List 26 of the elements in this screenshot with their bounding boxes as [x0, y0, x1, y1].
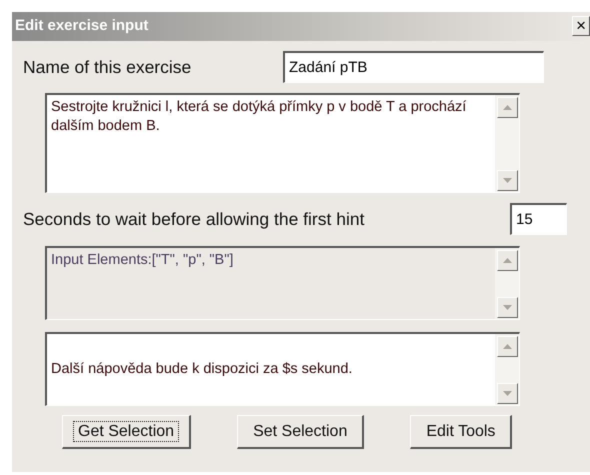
scrollbar[interactable] — [495, 248, 519, 319]
name-input[interactable]: Zadání pTB — [283, 51, 544, 83]
scroll-down-button[interactable] — [497, 297, 518, 318]
field-label: Seconds to wait before allowing the first hint — [23, 208, 364, 231]
field-label: Name of this exercise — [23, 56, 192, 79]
scroll-down-button[interactable] — [497, 170, 518, 191]
window-title: Edit exercise input — [15, 16, 148, 36]
down-arrow-icon — [503, 391, 512, 396]
down-arrow-icon — [503, 305, 512, 310]
scroll-up-button[interactable] — [497, 97, 518, 118]
scroll-up-button[interactable] — [497, 336, 518, 357]
close-button[interactable]: × — [572, 16, 590, 36]
up-arrow-icon — [503, 105, 512, 110]
text-area[interactable]: Sestrojte kružnici l, která se dotýká přímky p v bodě T a prochází dalším bodem B. — [47, 95, 495, 192]
text-area[interactable]: Další nápověda bude k dispozici za $s sekund. — [47, 334, 495, 405]
up-arrow-icon — [503, 344, 512, 349]
scrollbar[interactable] — [495, 334, 519, 405]
down-arrow-icon — [503, 178, 512, 183]
seconds-input[interactable]: 15 — [510, 203, 567, 235]
action-button[interactable]: Edit Tools — [410, 415, 512, 449]
action-button[interactable]: Set Selection — [237, 415, 364, 449]
scroll-up-button[interactable] — [497, 250, 518, 271]
scroll-down-button[interactable] — [497, 383, 518, 404]
action-button[interactable]: Get Selection — [62, 415, 192, 449]
up-arrow-icon — [503, 258, 512, 263]
scrollbar[interactable] — [495, 95, 519, 192]
